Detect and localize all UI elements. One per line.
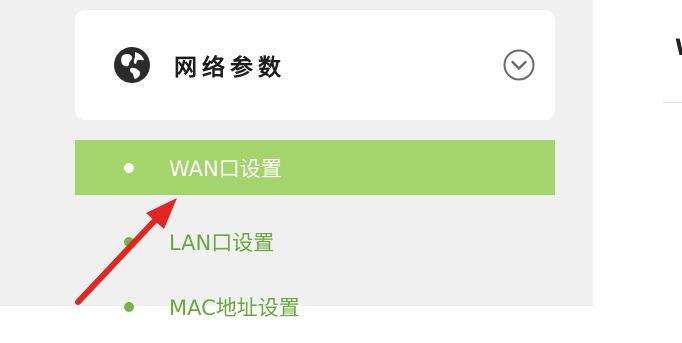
content-panel: W	[593, 0, 682, 306]
sidebar-item-wan-settings[interactable]: WAN口设置	[75, 140, 555, 195]
sidebar-item-label: LAN口设置	[169, 231, 275, 255]
bullet-dot-icon	[124, 237, 134, 247]
bullet-dot-icon	[124, 163, 134, 173]
menu-group-title: 网络参数	[174, 55, 286, 81]
bullet-dot-icon	[124, 302, 134, 312]
sidebar-item-lan-settings[interactable]: LAN口设置	[75, 214, 555, 269]
network-params-menu-header[interactable]: 网络参数	[75, 10, 555, 120]
chevron-down-circle-icon[interactable]	[502, 48, 536, 82]
sidebar-item-mac-settings[interactable]: MAC地址设置	[75, 288, 555, 343]
sidebar: 网络参数 WAN口设置 LAN口设置 MAC地址设置	[0, 0, 593, 320]
content-divider	[663, 102, 682, 103]
sidebar-item-label: WAN口设置	[169, 157, 282, 181]
content-title: W	[675, 36, 682, 61]
sidebar-item-label: MAC地址设置	[169, 296, 300, 320]
globe-icon	[114, 47, 150, 83]
